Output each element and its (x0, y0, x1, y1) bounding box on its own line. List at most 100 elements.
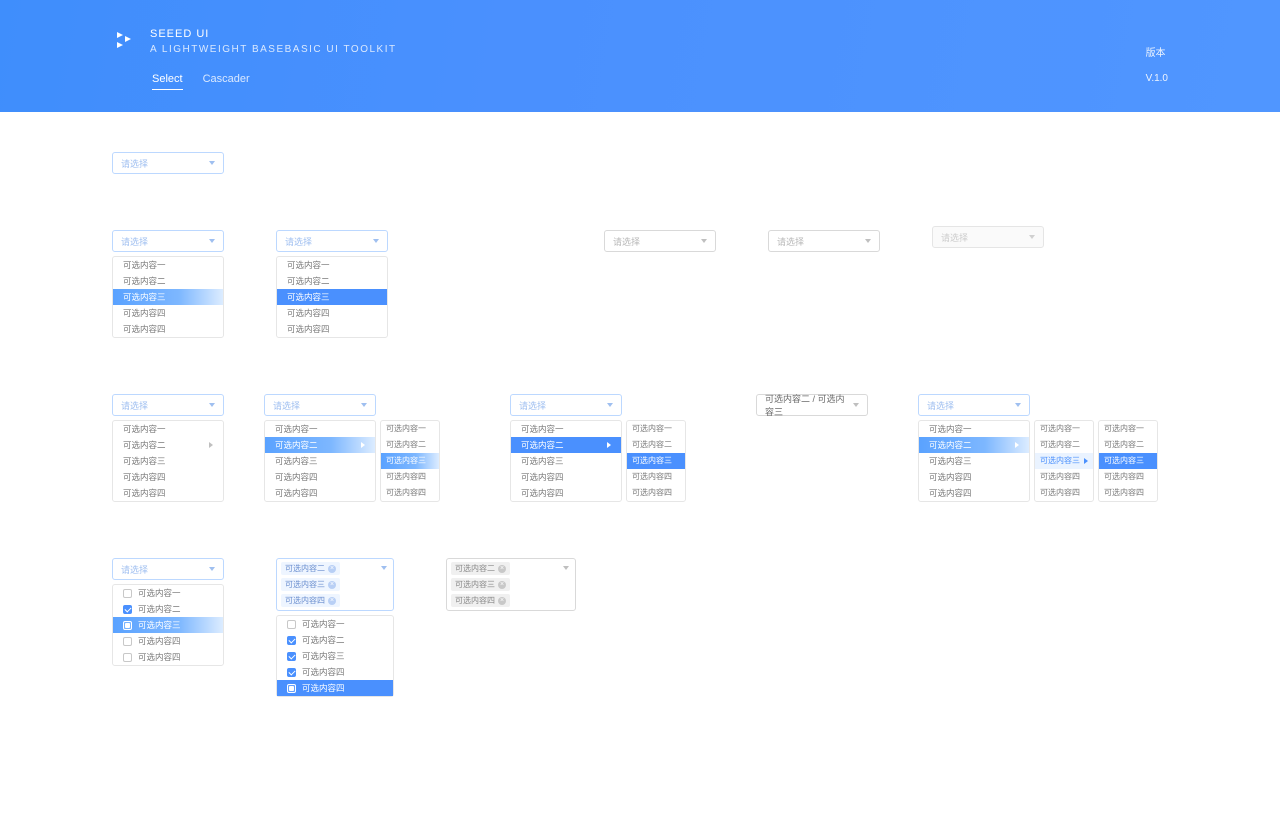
option-2-active[interactable]: 可选内容二 (511, 437, 621, 453)
option-3[interactable]: 可选内容三 (113, 453, 223, 469)
close-icon[interactable]: × (498, 581, 506, 589)
option-4[interactable]: 可选内容四 (277, 305, 387, 321)
option-4b[interactable]: 可选内容四 (277, 321, 387, 337)
check-option-4[interactable]: 可选内容四 (277, 664, 393, 680)
option-4[interactable]: 可选内容四 (113, 469, 223, 485)
option-1[interactable]: 可选内容一 (919, 421, 1029, 437)
option-3-hover[interactable]: 可选内容三 (277, 289, 387, 305)
check-option-2[interactable]: 可选内容二 (277, 632, 393, 648)
cascader-panel-2: 可选内容一 可选内容二 可选内容三 可选内容四 可选内容四 (380, 420, 440, 502)
sub-option-4b[interactable]: 可选内容四 (1035, 485, 1093, 501)
check-option-2[interactable]: 可选内容二 (113, 601, 223, 617)
select-plain-closed-2[interactable]: 请选择 (768, 230, 880, 252)
tag-option-4[interactable]: 可选内容四× (281, 594, 340, 607)
nav-cascader[interactable]: Cascader (203, 73, 250, 90)
tag-option-2[interactable]: 可选内容二× (451, 562, 510, 575)
option-4b[interactable]: 可选内容四 (265, 485, 375, 501)
select-closed[interactable]: 请选择 (112, 152, 224, 174)
select-trigger[interactable]: 请选择 (112, 558, 224, 580)
tag-option-3[interactable]: 可选内容三× (451, 578, 510, 591)
checkbox-icon (123, 653, 132, 662)
cascader-trigger[interactable]: 请选择 (112, 394, 224, 416)
option-4[interactable]: 可选内容四 (113, 305, 223, 321)
option-1[interactable]: 可选内容一 (277, 257, 387, 273)
option-1[interactable]: 可选内容一 (113, 421, 223, 437)
chevron-down-icon (607, 403, 613, 407)
tag-option-2[interactable]: 可选内容二× (281, 562, 340, 575)
check-option-3-active[interactable]: 可选内容三 (113, 617, 223, 633)
tag-label: 可选内容二 (285, 563, 325, 574)
nav-select[interactable]: Select (152, 73, 183, 90)
sub-option-1[interactable]: 可选内容一 (1035, 421, 1093, 437)
sub2-option-3-hover[interactable]: 可选内容三 (1099, 453, 1157, 469)
sub-option-4b[interactable]: 可选内容四 (381, 485, 439, 501)
close-icon[interactable]: × (498, 597, 506, 605)
option-label: 可选内容二 (929, 437, 972, 453)
tag-option-3[interactable]: 可选内容三× (281, 578, 340, 591)
sub-option-4b[interactable]: 可选内容四 (627, 485, 685, 501)
option-2[interactable]: 可选内容二 (113, 273, 223, 289)
close-icon[interactable]: × (498, 565, 506, 573)
option-1[interactable]: 可选内容一 (511, 421, 621, 437)
check-option-1[interactable]: 可选内容一 (277, 616, 393, 632)
sub-option-2[interactable]: 可选内容二 (381, 437, 439, 453)
sub-option-4[interactable]: 可选内容四 (627, 469, 685, 485)
sub-option-4[interactable]: 可选内容四 (381, 469, 439, 485)
option-3-hover[interactable]: 可选内容三 (113, 289, 223, 305)
check-option-3[interactable]: 可选内容三 (277, 648, 393, 664)
tag-select-trigger[interactable]: 可选内容二× 可选内容三× 可选内容四× (276, 558, 394, 611)
option-4b[interactable]: 可选内容四 (511, 485, 621, 501)
sub-option-2[interactable]: 可选内容二 (627, 437, 685, 453)
sub-option-2[interactable]: 可选内容二 (1035, 437, 1093, 453)
chevron-right-icon (607, 442, 611, 448)
check-option-4[interactable]: 可选内容四 (113, 633, 223, 649)
sub-option-1[interactable]: 可选内容一 (627, 421, 685, 437)
cascader-three-panel: 请选择 可选内容一 可选内容二 可选内容三 可选内容四 可选内容四 可选内容一 … (918, 394, 1158, 502)
close-icon[interactable]: × (328, 597, 336, 605)
sub2-option-4b[interactable]: 可选内容四 (1099, 485, 1157, 501)
option-2-active[interactable]: 可选内容二 (265, 437, 375, 453)
sub2-option-1[interactable]: 可选内容一 (1099, 421, 1157, 437)
chevron-down-icon (373, 239, 379, 243)
option-1[interactable]: 可选内容一 (265, 421, 375, 437)
cascader-trigger[interactable]: 请选择 (510, 394, 622, 416)
option-2-active[interactable]: 可选内容二 (919, 437, 1029, 453)
option-3[interactable]: 可选内容三 (265, 453, 375, 469)
close-icon[interactable]: × (328, 581, 336, 589)
check-option-1[interactable]: 可选内容一 (113, 585, 223, 601)
multiselect-gradient: 请选择 可选内容一 可选内容二 可选内容三 可选内容四 可选内容四 (112, 558, 224, 666)
cascader-trigger[interactable]: 请选择 (264, 394, 376, 416)
option-label: 可选内容二 (302, 634, 345, 646)
select-plain-closed[interactable]: 请选择 (604, 230, 716, 252)
sub2-option-4[interactable]: 可选内容四 (1099, 469, 1157, 485)
option-label: 可选内容三 (1040, 453, 1080, 469)
option-3[interactable]: 可选内容三 (511, 453, 621, 469)
option-2[interactable]: 可选内容二 (277, 273, 387, 289)
close-icon[interactable]: × (328, 565, 336, 573)
option-4b[interactable]: 可选内容四 (113, 321, 223, 337)
sub-option-4[interactable]: 可选内容四 (1035, 469, 1093, 485)
tag-select-closed[interactable]: 可选内容二× 可选内容三× 可选内容四× (446, 558, 576, 611)
option-3[interactable]: 可选内容三 (919, 453, 1029, 469)
cascader-trigger[interactable]: 请选择 (918, 394, 1030, 416)
sub-option-3-active[interactable]: 可选内容三 (1035, 453, 1093, 469)
check-option-4b-active[interactable]: 可选内容四 (277, 680, 393, 696)
option-4[interactable]: 可选内容四 (919, 469, 1029, 485)
tag-option-4[interactable]: 可选内容四× (451, 594, 510, 607)
option-4b[interactable]: 可选内容四 (113, 485, 223, 501)
select-trigger[interactable]: 请选择 (276, 230, 388, 252)
option-4[interactable]: 可选内容四 (511, 469, 621, 485)
check-option-4b[interactable]: 可选内容四 (113, 649, 223, 665)
header: SEEED UI A LIGHTWEIGHT BASEBASIC UI TOOL… (0, 0, 1280, 112)
option-1[interactable]: 可选内容一 (113, 257, 223, 273)
option-2[interactable]: 可选内容二 (113, 437, 223, 453)
sub-option-3-hover[interactable]: 可选内容三 (627, 453, 685, 469)
cascader-value-display[interactable]: 可选内容二 / 可选内容三 (756, 394, 868, 416)
sub-option-1[interactable]: 可选内容一 (381, 421, 439, 437)
option-4b[interactable]: 可选内容四 (919, 485, 1029, 501)
sub-option-3-hover[interactable]: 可选内容三 (381, 453, 439, 469)
cascader-single: 请选择 可选内容一 可选内容二 可选内容三 可选内容四 可选内容四 (112, 394, 224, 502)
option-4[interactable]: 可选内容四 (265, 469, 375, 485)
sub2-option-2[interactable]: 可选内容二 (1099, 437, 1157, 453)
select-trigger[interactable]: 请选择 (112, 230, 224, 252)
